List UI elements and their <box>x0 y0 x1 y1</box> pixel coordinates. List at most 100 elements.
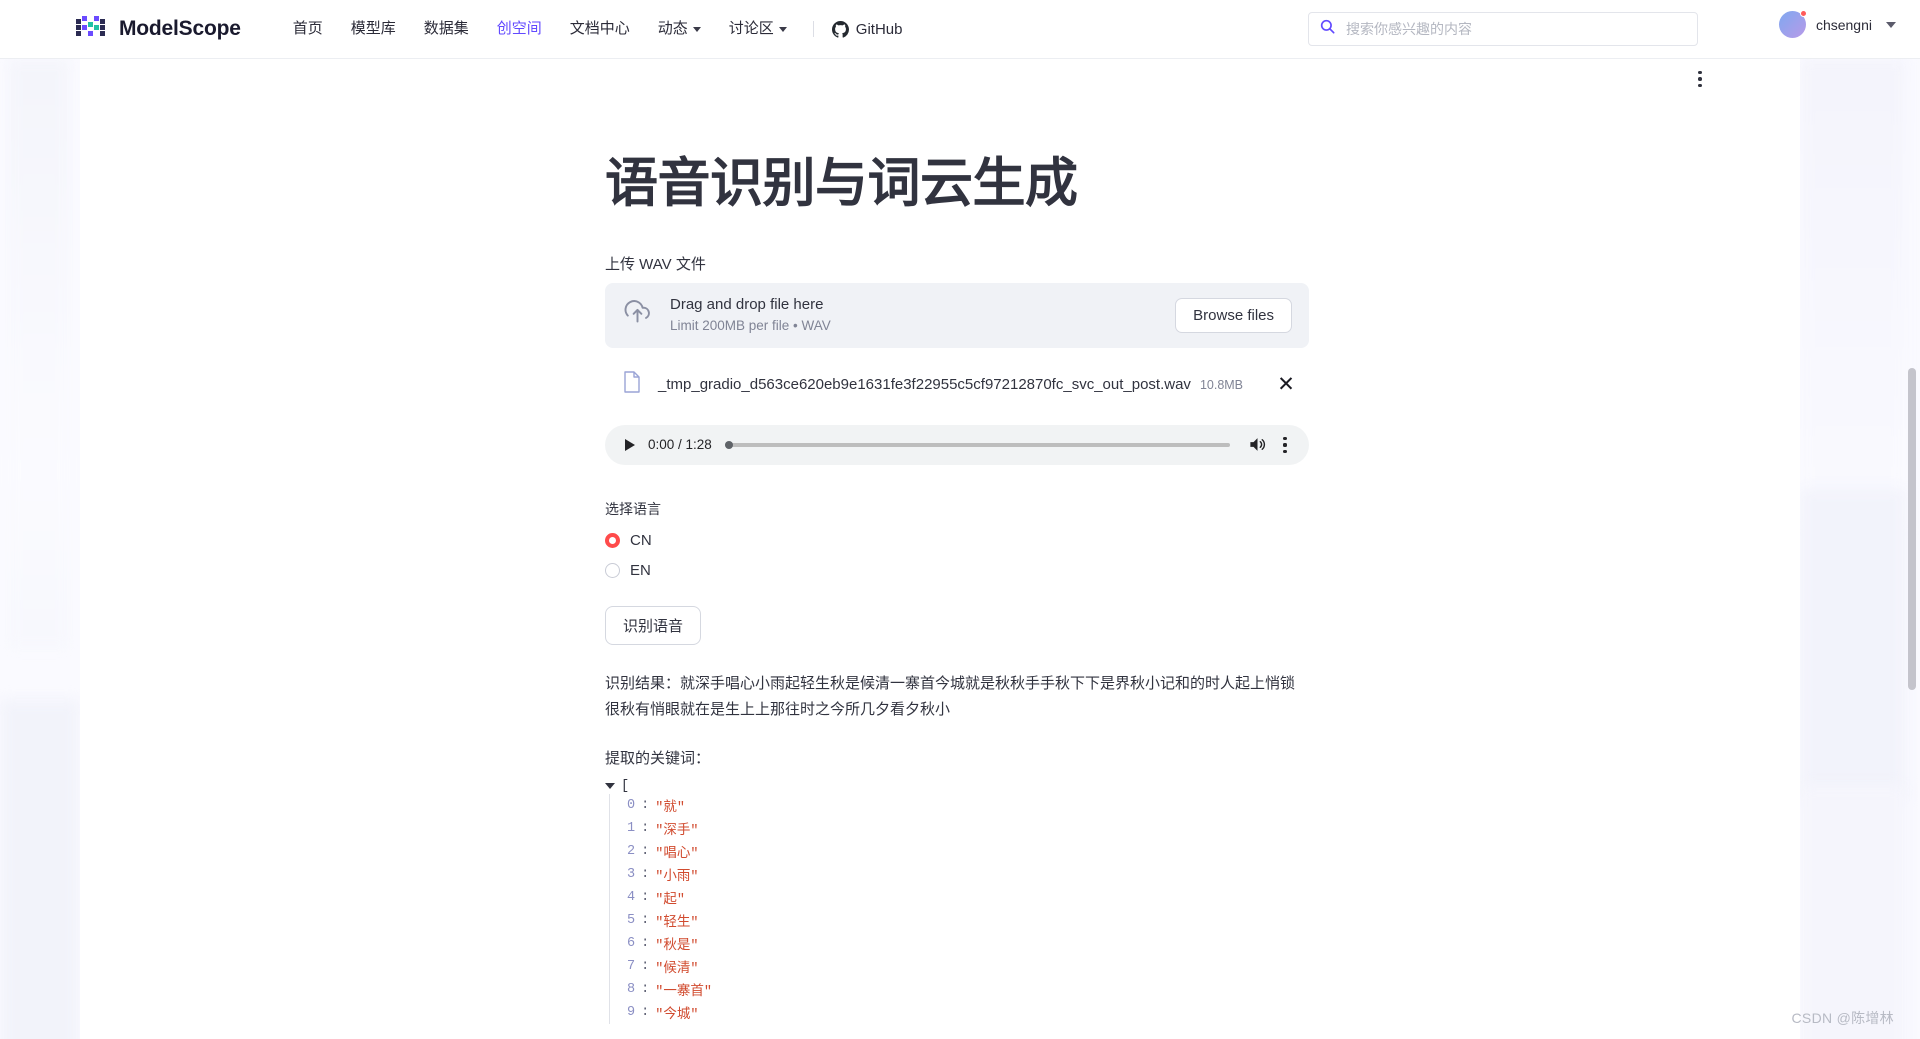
search-icon <box>1320 19 1335 39</box>
json-item-value: "深手" <box>655 823 699 839</box>
radio-button-icon[interactable] <box>605 562 620 578</box>
json-root-row[interactable]: [ <box>605 779 1309 794</box>
radio-button-icon[interactable] <box>605 532 620 548</box>
audio-player[interactable]: 0:00 / 1:28 <box>605 424 1309 465</box>
recognize-speech-button[interactable]: 识别语音 <box>605 605 702 645</box>
json-item-index: 0 <box>627 797 636 813</box>
json-item-index: 5 <box>627 912 636 928</box>
nav-item-docs[interactable]: 文档中心 <box>556 0 644 58</box>
nav-label: 数据集 <box>423 20 469 37</box>
nav-item-datasets[interactable]: 数据集 <box>410 0 483 58</box>
json-item-value: "起" <box>655 892 685 908</box>
json-item-row: 9: "今城" <box>627 1001 1309 1024</box>
studio-app-frame: 语音识别与词云生成 上传 WAV 文件 Drag and drop file h… <box>80 59 1800 1039</box>
watermark: CSDN @陈增林 <box>1791 1010 1894 1026</box>
uploaded-file-name: _tmp_gradio_d563ce620eb9e1631fe3f22955c5… <box>658 376 1191 394</box>
nav-item-forum[interactable]: 讨论区 <box>715 0 801 58</box>
volume-icon[interactable] <box>1244 432 1270 458</box>
radio-option-en[interactable]: EN <box>605 560 1309 581</box>
page-scrollbar-thumb[interactable] <box>1908 368 1916 690</box>
search-box[interactable] <box>1308 12 1698 46</box>
json-colon: : <box>641 912 650 928</box>
notification-dot-icon <box>1799 10 1807 17</box>
dropzone-hint: Limit 200MB per file • WAV <box>670 318 831 334</box>
app-main-block: 语音识别与词云生成 上传 WAV 文件 Drag and drop file h… <box>605 154 1309 1024</box>
page-backdrop-right <box>1800 59 1920 1039</box>
nav-item-home[interactable]: 首页 <box>279 0 337 58</box>
chevron-down-icon <box>692 26 701 32</box>
json-item-value: "候清" <box>655 961 699 977</box>
json-item-row: 4: "起" <box>627 886 1309 909</box>
json-colon: : <box>641 889 650 905</box>
json-item-index: 4 <box>627 889 636 905</box>
nav-label: 模型库 <box>350 20 396 37</box>
uploaded-file-size: 10.8MB <box>1199 377 1244 392</box>
json-item-value: "轻生" <box>655 915 699 931</box>
json-item-row: 7: "候清" <box>627 955 1309 978</box>
nav-label: 动态 <box>657 20 688 37</box>
browse-files-button[interactable]: Browse files <box>1175 297 1292 333</box>
backdrop-blur-shape <box>0 699 80 1039</box>
nav-item-models[interactable]: 模型库 <box>337 0 410 58</box>
json-colon: : <box>641 981 650 997</box>
search-input[interactable] <box>1344 20 1686 38</box>
json-item-index: 3 <box>627 866 636 882</box>
site-header: ModelScope 首页 模型库 数据集 创空间 文档中心 动态 讨论区 Gi… <box>0 0 1920 59</box>
json-item-index: 8 <box>627 981 636 997</box>
json-item-row: 2: "唱心" <box>627 840 1309 863</box>
json-open-bracket: [ <box>621 778 630 794</box>
json-item-row: 8: "一寨首" <box>627 978 1309 1001</box>
brand-name: ModelScope <box>119 17 241 40</box>
modelscope-logo-icon <box>76 16 110 42</box>
json-colon: : <box>641 958 650 974</box>
json-colon: : <box>641 843 650 859</box>
user-account-menu[interactable]: chsengni <box>1778 10 1896 38</box>
json-item-list: 0: "就" 1: "深手" 2: "唱心" 3: "小雨" 4: "起" 5: "轻生" 6: "秋是"… <box>609 793 1309 1024</box>
page-root: ModelScope 首页 模型库 数据集 创空间 文档中心 动态 讨论区 Gi… <box>0 0 1920 1039</box>
language-group-label: 选择语言 <box>605 500 661 517</box>
uploader-label: 上传 WAV 文件 <box>605 255 706 273</box>
audio-more-options-icon[interactable] <box>1274 432 1296 458</box>
nav-item-news[interactable]: 动态 <box>644 0 715 58</box>
json-item-value: "一寨首" <box>655 984 712 1000</box>
brand-logo-link[interactable]: ModelScope <box>76 16 241 42</box>
json-item-index: 7 <box>627 958 636 974</box>
nav-label: 文档中心 <box>569 20 630 37</box>
backdrop-blur-shape <box>1800 59 1906 529</box>
audio-progress-thumb[interactable] <box>724 440 733 449</box>
backdrop-blur-shape <box>1800 785 1906 1039</box>
json-colon: : <box>641 797 650 813</box>
json-item-value: "今城" <box>655 1007 699 1023</box>
play-button-icon[interactable] <box>617 432 643 458</box>
page-title: 语音识别与词云生成 <box>605 154 1078 213</box>
chevron-down-icon <box>778 26 787 32</box>
nav-label: 创空间 <box>496 20 542 37</box>
backdrop-blur-shape <box>1800 489 1906 799</box>
nav-label: 讨论区 <box>728 20 774 37</box>
backdrop-blur-shape <box>8 59 70 649</box>
primary-nav: 首页 模型库 数据集 创空间 文档中心 动态 讨论区 GitHub <box>279 0 909 58</box>
cloud-upload-icon <box>622 297 653 333</box>
json-item-row: 3: "小雨" <box>627 863 1309 886</box>
json-item-index: 2 <box>627 843 636 859</box>
github-icon <box>831 20 849 38</box>
audio-progress-slider[interactable] <box>724 440 1230 449</box>
json-item-row: 1: "深手" <box>627 817 1309 840</box>
nav-item-studios[interactable]: 创空间 <box>483 0 556 58</box>
json-item-row: 5: "轻生" <box>627 909 1309 932</box>
radio-option-cn[interactable]: CN <box>605 530 1309 551</box>
radio-label: CN <box>630 531 652 549</box>
json-item-index: 9 <box>627 1004 636 1020</box>
json-item-value: "小雨" <box>655 869 699 885</box>
collapse-triangle-icon[interactable] <box>605 783 615 790</box>
file-dropzone[interactable]: Drag and drop file here Limit 200MB per … <box>605 282 1309 348</box>
json-item-value: "秋是" <box>655 938 699 954</box>
recognition-result-text: 识别结果：就深手唱心小雨起轻生秋是候清一寨首今城就是秋秋手手秋下下是界秋小记和的… <box>605 674 1296 718</box>
app-content: 语音识别与词云生成 上传 WAV 文件 Drag and drop file h… <box>80 59 1720 1024</box>
file-icon <box>623 371 641 398</box>
json-item-index: 6 <box>627 935 636 951</box>
nav-item-github[interactable]: GitHub <box>826 20 909 38</box>
json-item-value: "就" <box>655 800 685 816</box>
remove-file-icon[interactable]: ✕ <box>1273 372 1299 398</box>
nav-label: 首页 <box>292 20 323 37</box>
